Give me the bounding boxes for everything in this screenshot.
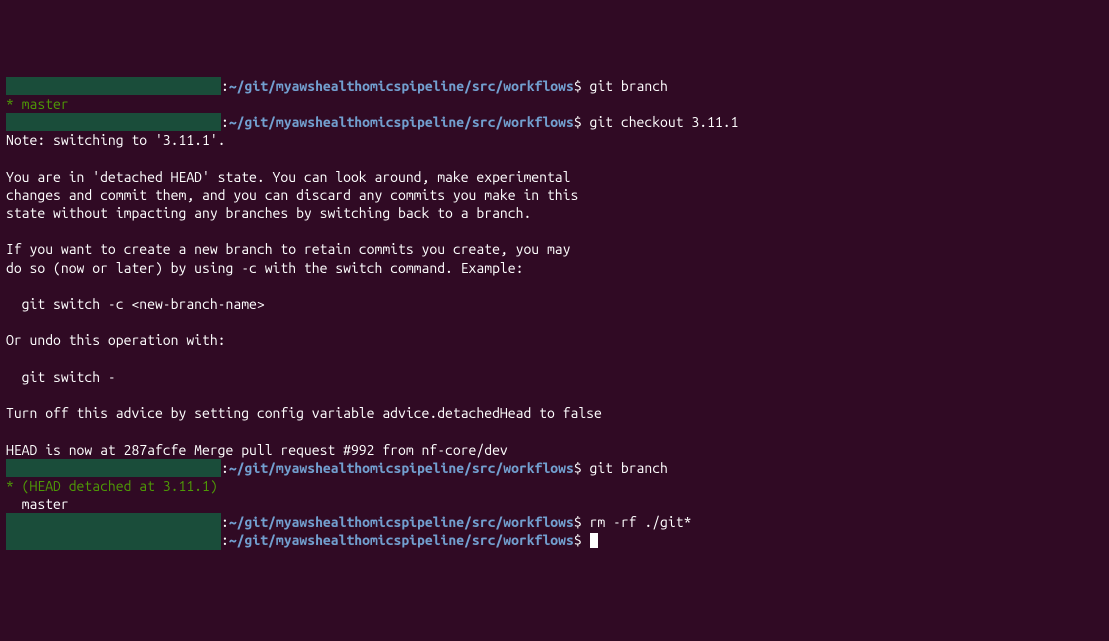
prompt-separator: : [221, 114, 229, 130]
prompt-dollar: $ [574, 78, 590, 94]
terminal-line [6, 150, 1103, 168]
terminal-line: git switch -c <new-branch-name> [6, 295, 1103, 313]
terminal-line: Note: switching to '3.11.1'. [6, 131, 1103, 149]
output-text: Or undo this operation with: [6, 332, 226, 348]
terminal-line: changes and commit them, and you can dis… [6, 186, 1103, 204]
terminal-line: Or undo this operation with: [6, 331, 1103, 349]
terminal-output[interactable]: :~/git/myawshealthomicspipeline/src/work… [6, 77, 1103, 550]
terminal-line: master [6, 495, 1103, 513]
command-text: rm -rf ./git* [590, 514, 692, 530]
prompt-dollar: $ [574, 532, 590, 548]
terminal-line: :~/git/myawshealthomicspipeline/src/work… [6, 513, 1103, 531]
terminal-line: * master [6, 95, 1103, 113]
terminal-line [6, 222, 1103, 240]
prompt-dollar: $ [574, 514, 590, 530]
output-text: state without impacting any branches by … [6, 205, 531, 221]
terminal-line: :~/git/myawshealthomicspipeline/src/work… [6, 77, 1103, 95]
current-branch: * (HEAD detached at 3.11.1) [6, 478, 218, 494]
prompt-separator: : [221, 532, 229, 548]
output-text: Turn off this advice by setting config v… [6, 405, 602, 421]
terminal-line: do so (now or later) by using -c with th… [6, 259, 1103, 277]
terminal-line [6, 277, 1103, 295]
current-branch: * master [6, 96, 69, 112]
terminal-line: * (HEAD detached at 3.11.1) [6, 477, 1103, 495]
terminal-line: If you want to create a new branch to re… [6, 240, 1103, 258]
terminal-line [6, 386, 1103, 404]
terminal-line: :~/git/myawshealthomicspipeline/src/work… [6, 531, 1103, 549]
cursor[interactable] [590, 533, 598, 548]
terminal-line: :~/git/myawshealthomicspipeline/src/work… [6, 113, 1103, 131]
prompt-path: ~/git/myawshealthomicspipeline/src/workf… [229, 114, 574, 130]
prompt-dollar: $ [574, 460, 590, 476]
output-text: You are in 'detached HEAD' state. You ca… [6, 169, 570, 185]
terminal-line: Turn off this advice by setting config v… [6, 404, 1103, 422]
command-text: git checkout 3.11.1 [590, 114, 739, 130]
user-host-redacted [6, 513, 221, 531]
terminal-line [6, 313, 1103, 331]
terminal-line [6, 350, 1103, 368]
terminal-line: state without impacting any branches by … [6, 204, 1103, 222]
user-host-redacted [6, 459, 221, 477]
terminal-line [6, 422, 1103, 440]
output-text: If you want to create a new branch to re… [6, 241, 570, 257]
terminal-line: :~/git/myawshealthomicspipeline/src/work… [6, 459, 1103, 477]
terminal-line: git switch - [6, 368, 1103, 386]
command-text: git branch [590, 460, 668, 476]
terminal-line: You are in 'detached HEAD' state. You ca… [6, 168, 1103, 186]
prompt-path: ~/git/myawshealthomicspipeline/src/workf… [229, 514, 574, 530]
output-text: do so (now or later) by using -c with th… [6, 260, 523, 276]
output-text: git switch -c <new-branch-name> [6, 296, 265, 312]
output-text: Note: switching to '3.11.1'. [6, 132, 226, 148]
output-text: HEAD is now at 287afcfe Merge pull reque… [6, 442, 508, 458]
terminal-line: HEAD is now at 287afcfe Merge pull reque… [6, 441, 1103, 459]
prompt-path: ~/git/myawshealthomicspipeline/src/workf… [229, 460, 574, 476]
prompt-path: ~/git/myawshealthomicspipeline/src/workf… [229, 78, 574, 94]
user-host-redacted [6, 77, 221, 95]
prompt-separator: : [221, 514, 229, 530]
prompt-dollar: $ [574, 114, 590, 130]
prompt-separator: : [221, 460, 229, 476]
command-text: git branch [590, 78, 668, 94]
output-text: git switch - [6, 369, 116, 385]
user-host-redacted [6, 113, 221, 131]
user-host-redacted [6, 531, 221, 549]
prompt-separator: : [221, 78, 229, 94]
output-text: master [6, 496, 69, 512]
output-text: changes and commit them, and you can dis… [6, 187, 578, 203]
prompt-path: ~/git/myawshealthomicspipeline/src/workf… [229, 532, 574, 548]
